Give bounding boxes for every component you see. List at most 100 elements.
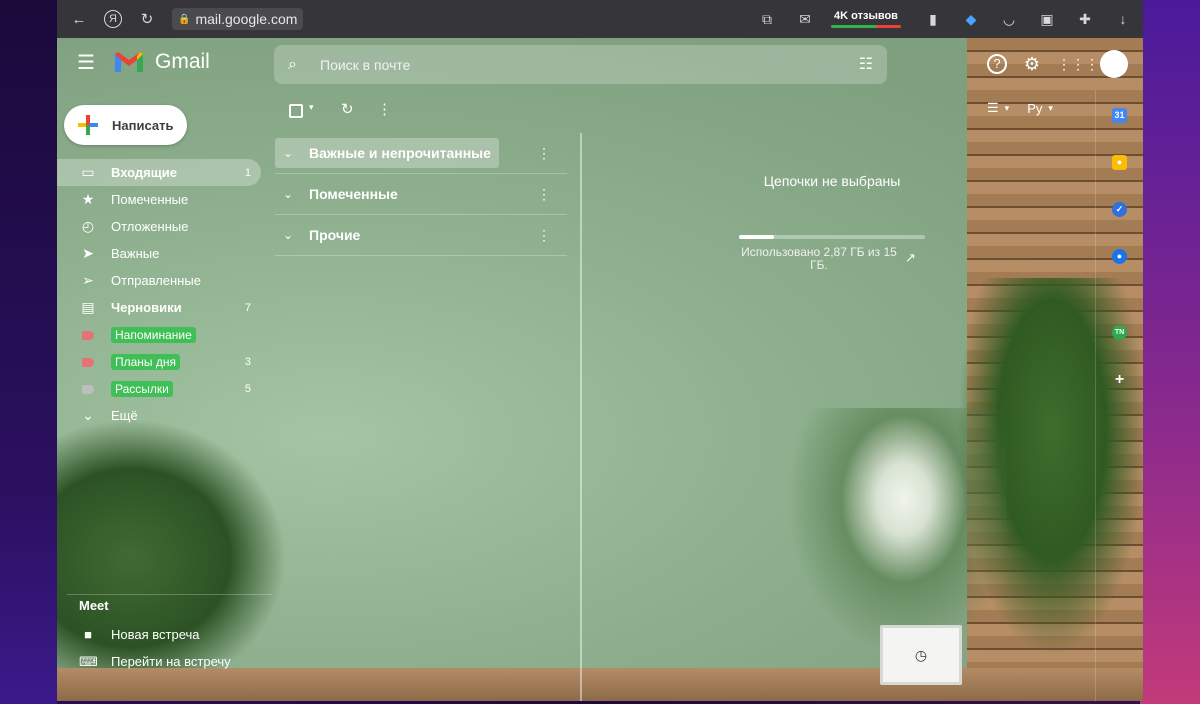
reviews-badge[interactable]: 4K отзывов xyxy=(831,10,901,28)
help-icon[interactable]: ? xyxy=(987,54,1007,74)
compose-label: Написать xyxy=(112,117,174,133)
section-starred[interactable]: ⌄ Помеченные ⋮ xyxy=(275,174,567,215)
account-avatar[interactable] xyxy=(1100,50,1128,78)
sidebar-item-label: Черновики xyxy=(111,300,182,315)
sidebar-item-label-day-plans[interactable]: Планы дня 3 xyxy=(57,348,261,375)
calendar-icon[interactable]: 31 xyxy=(1112,108,1127,123)
more-vert-icon[interactable]: ⋮ xyxy=(377,100,392,118)
inbox-icon: ▭ xyxy=(81,164,95,180)
reviews-rating-bar xyxy=(831,25,901,28)
meet-new-meeting[interactable]: ■ Новая встреча xyxy=(57,621,277,648)
split-pane-dropdown-icon[interactable]: ▾ xyxy=(1005,103,1010,114)
settings-gear-icon[interactable]: ⚙ xyxy=(1020,52,1044,76)
compose-button[interactable]: Написать xyxy=(64,105,187,145)
select-dropdown-icon[interactable]: ▾ xyxy=(309,102,314,113)
open-external-icon[interactable]: ↗ xyxy=(905,250,916,266)
label-count: 5 xyxy=(244,382,251,395)
send-icon: ➢ xyxy=(82,272,94,288)
more-vert-icon[interactable]: ⋮ xyxy=(537,186,551,203)
input-tools-toggle[interactable]: Ру xyxy=(1027,101,1042,116)
drafts-count: 7 xyxy=(244,301,251,314)
reload-icon[interactable]: ↻ xyxy=(135,7,159,31)
sidebar-item-more[interactable]: ⌄ Ещё xyxy=(57,402,261,429)
split-pane-icon[interactable]: ☰ xyxy=(987,100,999,116)
addon-tn-icon[interactable]: TN xyxy=(1112,325,1127,340)
bookmark-icon[interactable]: ▮ xyxy=(921,7,945,31)
sidebar-item-drafts[interactable]: ▤ Черновики 7 xyxy=(57,294,261,321)
chevron-down-icon[interactable]: ⌄ xyxy=(283,146,299,160)
search-input[interactable] xyxy=(320,56,820,73)
profile-extension-icon[interactable]: ▣ xyxy=(1035,7,1059,31)
add-addon-icon[interactable]: + xyxy=(1112,372,1127,388)
sidebar-item-label: Рассылки xyxy=(111,381,173,397)
sidebar-nav: ▭ Входящие 1 ★ Помеченные ◴ Отложенные ➤… xyxy=(57,159,267,429)
label-count: 3 xyxy=(244,355,251,368)
sidebar-item-label: Напоминание xyxy=(111,327,196,343)
sidebar-item-sent[interactable]: ➢ Отправленные xyxy=(57,267,261,294)
storage-bar xyxy=(739,235,925,239)
sidebar-item-label-newsletters[interactable]: Рассылки 5 xyxy=(57,375,261,402)
unread-count: 1 xyxy=(244,166,251,179)
meet-join-meeting[interactable]: ⌨ Перейти на встречу xyxy=(57,648,277,675)
section-label: Важные и непрочитанные xyxy=(309,145,491,161)
more-vert-icon[interactable]: ⋮ xyxy=(537,227,551,244)
chevron-down-icon[interactable]: ⌄ xyxy=(283,228,299,242)
tabs-icon[interactable]: ⧉ xyxy=(755,7,779,31)
refresh-icon[interactable]: ↻ xyxy=(341,100,354,118)
clock-icon: ◴ xyxy=(81,218,95,234)
sidebar-item-inbox[interactable]: ▭ Входящие 1 xyxy=(57,159,261,186)
extensions-puzzle-icon[interactable]: ✚ xyxy=(1073,7,1097,31)
sidebar-item-label: Входящие xyxy=(111,165,177,180)
gmail-brand-text: Gmail xyxy=(155,50,210,73)
inbox-sections: ⌄ Важные и непрочитанные ⋮ ⌄ Помеченные … xyxy=(275,133,567,256)
download-icon[interactable]: ↓ xyxy=(1111,7,1135,31)
search-icon[interactable]: ⌕ xyxy=(288,56,308,74)
label-tag-icon xyxy=(79,381,97,397)
sidebar-item-starred[interactable]: ★ Помеченные xyxy=(57,186,261,213)
keep-icon[interactable]: ● xyxy=(1112,155,1127,170)
contacts-icon[interactable]: ● xyxy=(1112,249,1127,264)
sidebar-item-label: Отложенные xyxy=(111,219,189,234)
gmail-app: ◷ ☰ Gmail ⌕ ☷ ? ⚙ ⋮⋮⋮ xyxy=(57,38,1143,701)
view-toggles: ☰ ▾ Ру ▾ xyxy=(987,100,1053,116)
search-options-icon[interactable]: ☷ xyxy=(859,54,873,74)
meet-item-label: Новая встреча xyxy=(111,627,200,642)
yandex-icon[interactable]: Я xyxy=(104,10,122,28)
search-bar[interactable]: ⌕ ☷ xyxy=(274,45,887,84)
google-apps-icon[interactable]: ⋮⋮⋮ xyxy=(1057,52,1099,76)
meet-title: Meet xyxy=(79,598,109,613)
back-arrow-icon[interactable]: ← xyxy=(67,7,91,31)
pane-resize-handle[interactable] xyxy=(580,133,582,701)
reviews-label: 4K отзывов xyxy=(834,10,898,22)
chevron-down-icon[interactable]: ⌄ xyxy=(283,187,299,201)
input-tools-dropdown-icon[interactable]: ▾ xyxy=(1048,103,1053,114)
storage-text: Использовано 2,87 ГБ из 15 ГБ. xyxy=(741,245,897,272)
tasks-icon[interactable]: ✓ xyxy=(1112,202,1127,217)
sidebar-item-important[interactable]: ➤ Важные xyxy=(57,240,261,267)
label-tag-icon xyxy=(79,327,97,343)
side-panel-divider xyxy=(1095,90,1096,701)
main-menu-icon[interactable]: ☰ xyxy=(77,52,99,74)
compose-plus-icon xyxy=(78,115,98,135)
select-checkbox-icon[interactable] xyxy=(289,104,303,118)
section-other[interactable]: ⌄ Прочие ⋮ xyxy=(275,215,567,256)
meet-section: Meet ■ Новая встреча ⌨ Перейти на встреч… xyxy=(57,598,277,675)
gmail-logo[interactable]: Gmail xyxy=(113,50,210,74)
sidebar-item-label-reminder[interactable]: Напоминание xyxy=(57,321,261,348)
sidebar-item-label: Ещё xyxy=(111,408,138,423)
section-important-unread[interactable]: ⌄ Важные и непрочитанные ⋮ xyxy=(275,133,567,174)
section-label: Помеченные xyxy=(309,186,398,202)
more-vert-icon[interactable]: ⋮ xyxy=(537,145,551,162)
storage-quota: Использовано 2,87 ГБ из 15 ГБ. ↗ xyxy=(739,235,927,272)
gmail-m-icon xyxy=(115,52,143,72)
keyboard-icon: ⌨ xyxy=(79,653,98,669)
lock-icon: 🔒 xyxy=(178,13,191,25)
sidebar-item-snoozed[interactable]: ◴ Отложенные xyxy=(57,213,261,240)
mail-icon[interactable]: ✉ xyxy=(793,7,817,31)
address-bar[interactable]: 🔒 mail.google.com xyxy=(172,8,304,30)
gmail-header: ☰ Gmail ⌕ ☷ ? ⚙ ⋮⋮⋮ xyxy=(57,38,1143,90)
pocket-icon[interactable]: ◡ xyxy=(997,7,1021,31)
extension-icon[interactable]: ◆ xyxy=(959,7,983,31)
sidebar-item-label: Помеченные xyxy=(111,192,189,207)
star-icon: ★ xyxy=(81,191,95,207)
